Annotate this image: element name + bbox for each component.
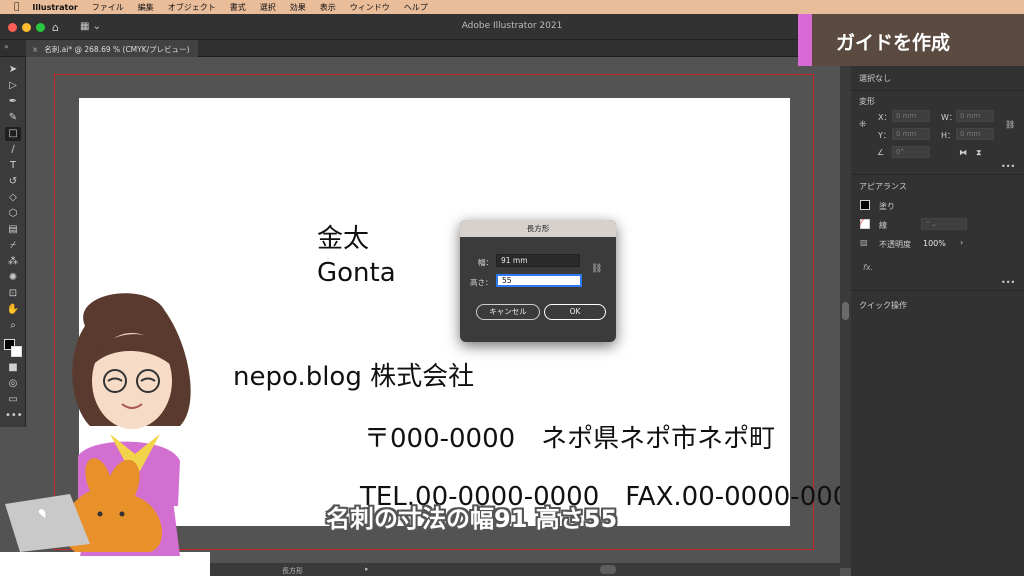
document-tab[interactable]: × 名刺.ai* @ 268.69 % (CMYK/プレビュー) <box>26 40 198 57</box>
caption-text: 名刺の寸法の幅91 高さ55 <box>326 505 618 533</box>
artboard-name-en[interactable]: Gonta <box>317 258 396 288</box>
w-field[interactable]: 0 mm <box>956 110 994 122</box>
transform-title: 変形 <box>859 97 875 106</box>
fill-color-swatch[interactable] <box>860 200 870 210</box>
document-tab-bar: » × 名刺.ai* @ 268.69 % (CMYK/プレビュー) <box>0 40 840 57</box>
height-input[interactable]: 55 <box>496 274 582 287</box>
rectangle-dialog: 長方形 幅： 91 mm ⛓ 高さ： 55 キャンセル OK <box>460 220 616 342</box>
rotate-tool-icon[interactable]: ↺ <box>5 175 21 189</box>
direct-selection-tool-icon[interactable]: ▷ <box>5 79 21 93</box>
collapse-panels-icon[interactable]: » <box>4 42 9 51</box>
flip-vertical-icon[interactable]: ⧗ <box>976 148 982 158</box>
fill-label: 塗り <box>879 202 895 211</box>
selection-tool-icon[interactable]: ➤ <box>5 63 21 77</box>
paintbrush-tool-icon[interactable]: ∕ <box>5 143 21 157</box>
pen-tool-icon[interactable]: ✒ <box>5 95 21 109</box>
height-label: 高さ： <box>470 278 493 287</box>
horizontal-scroll-thumb[interactable] <box>600 565 616 574</box>
menu-edit[interactable]: 編集 <box>131 2 161 13</box>
angle-field[interactable]: 0° <box>892 146 930 158</box>
banner-text: ガイドを作成 <box>836 32 951 54</box>
artboard-name-jp[interactable]: 金太 <box>317 218 369 255</box>
artboard-address[interactable]: 〒000-0000 ネポ県ネポ市ネポ町 <box>364 418 775 455</box>
y-field[interactable]: 0 mm <box>892 128 930 140</box>
artboard-company[interactable]: nepo.blog 株式会社 <box>233 356 474 393</box>
vertical-scroll-thumb[interactable] <box>842 302 849 320</box>
mascot-illustration <box>0 293 210 576</box>
menu-file[interactable]: ファイル <box>85 2 131 13</box>
transform-more-button[interactable]: ••• <box>1001 162 1015 171</box>
ok-button[interactable]: OK <box>544 304 606 320</box>
document-tab-label: 名刺.ai* @ 268.69 % (CMYK/プレビュー) <box>44 45 190 54</box>
menu-select[interactable]: 選択 <box>253 2 283 13</box>
eyedropper-tool-icon[interactable]: ⌿ <box>5 239 21 253</box>
menu-object[interactable]: オブジェクト <box>161 2 223 13</box>
status-tool-name[interactable]: 長方形 <box>282 566 303 576</box>
y-label: Y： <box>878 131 891 140</box>
h-label: H： <box>941 131 956 140</box>
constrain-proportions-icon[interactable]: ⛓ <box>1005 120 1015 129</box>
menu-type[interactable]: 書式 <box>223 2 253 13</box>
blend-tool-icon[interactable]: ⁂ <box>5 255 21 269</box>
stroke-weight-field[interactable]: ⌃⌄ <box>921 218 967 230</box>
banner-accent <box>798 14 812 66</box>
gradient-tool-icon[interactable]: ▤ <box>5 223 21 237</box>
menu-window[interactable]: ウィンドウ <box>343 2 397 13</box>
width-input[interactable]: 91 mm <box>496 254 580 267</box>
appearance-title: アピアランス <box>859 182 907 191</box>
x-label: X： <box>878 113 892 122</box>
rectangle-tool-icon[interactable]: □ <box>5 127 21 141</box>
shape-builder-tool-icon[interactable]: ⬡ <box>5 207 21 221</box>
status-bar: 長方形 ▸ <box>210 563 840 576</box>
menu-effect[interactable]: 効果 <box>283 2 313 13</box>
curvature-tool-icon[interactable]: ✎ <box>5 111 21 125</box>
x-field[interactable]: 0 mm <box>892 110 930 122</box>
opacity-label[interactable]: 不透明度 <box>879 239 911 250</box>
quick-actions-title: クイック操作 <box>859 301 907 310</box>
menu-help[interactable]: ヘルプ <box>397 2 435 13</box>
menu-app[interactable]: Illustrator <box>25 3 84 12</box>
stroke-label: 線 <box>879 221 887 230</box>
close-tab-icon[interactable]: × <box>32 45 38 54</box>
guide-banner: ガイドを作成 <box>798 14 1024 66</box>
apple-icon[interactable]:  <box>0 2 25 12</box>
reference-point-icon[interactable]: ⁜ <box>859 120 867 130</box>
cancel-button[interactable]: キャンセル <box>476 304 540 320</box>
opacity-arrow-icon[interactable]: › <box>960 238 963 247</box>
menu-view[interactable]: 表示 <box>313 2 343 13</box>
opacity-value[interactable]: 100% <box>923 239 946 248</box>
w-label: W： <box>941 113 957 122</box>
selection-status: 選択なし <box>859 74 891 83</box>
mac-menubar:  Illustrator ファイル 編集 オブジェクト 書式 選択 効果 表示… <box>0 0 1024 14</box>
type-tool-icon[interactable]: T <box>5 159 21 173</box>
dialog-title: 長方形 <box>460 220 616 237</box>
status-arrow-icon[interactable]: ▸ <box>365 565 369 573</box>
symbol-sprayer-tool-icon[interactable]: ✺ <box>5 271 21 285</box>
appearance-more-button[interactable]: ••• <box>1001 278 1015 287</box>
eraser-tool-icon[interactable]: ◇ <box>5 191 21 205</box>
angle-icon: ∠ <box>877 148 885 157</box>
fx-icon[interactable]: fx. <box>863 263 873 272</box>
width-label: 幅： <box>478 258 493 267</box>
link-proportions-icon[interactable]: ⛓ <box>591 264 602 274</box>
h-field[interactable]: 0 mm <box>956 128 994 140</box>
opacity-icon: ▨ <box>860 238 868 247</box>
flip-horizontal-icon[interactable]: ⧓ <box>959 148 967 157</box>
properties-panel: 選択なし 変形 ⁜ X： 0 mm W： 0 mm Y： 0 mm H： 0 m… <box>851 58 1024 576</box>
no-stroke-icon: ⁄ <box>861 218 863 228</box>
